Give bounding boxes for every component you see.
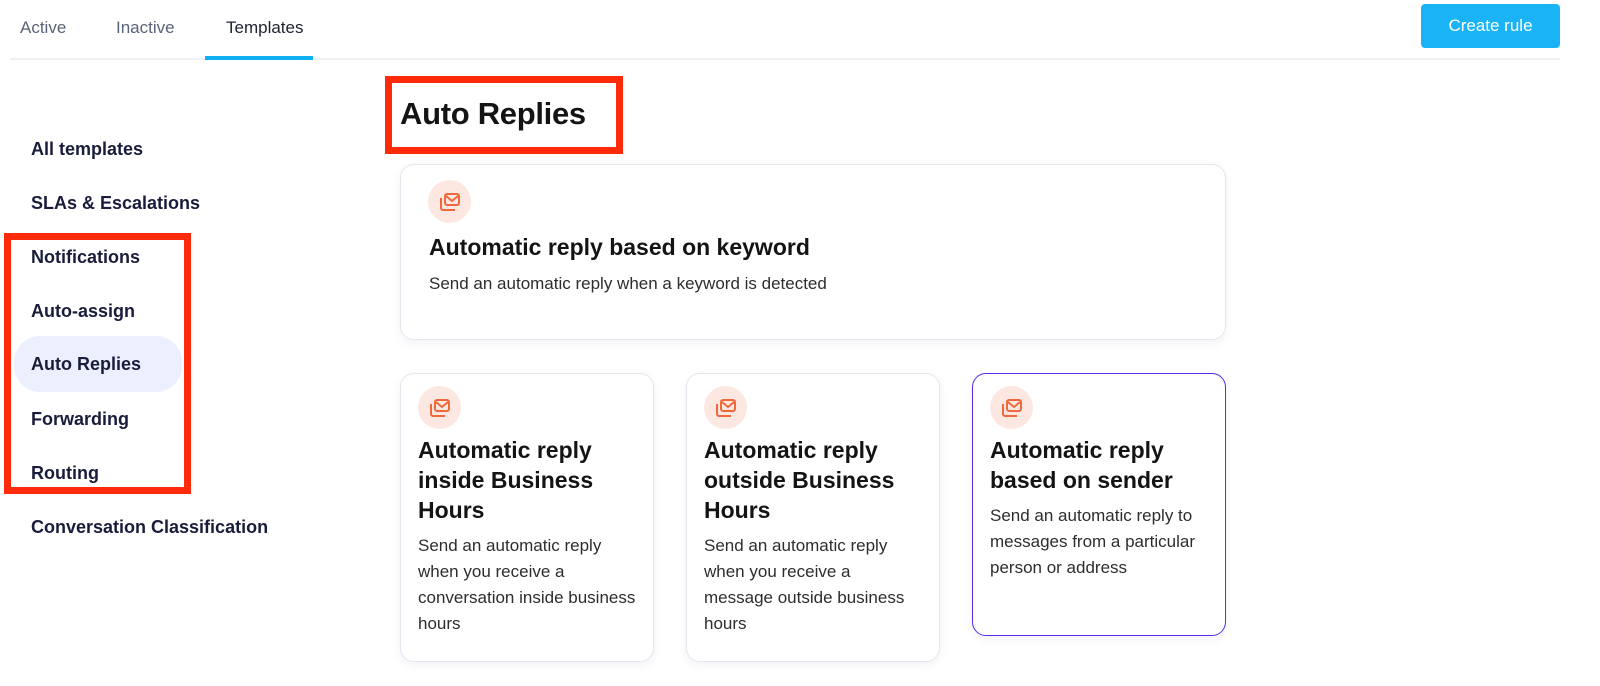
- card-title: Automatic reply based on keyword: [429, 234, 810, 260]
- tab-inactive[interactable]: Inactive: [116, 18, 175, 60]
- sidebar-item-forwarding[interactable]: Forwarding: [14, 392, 182, 444]
- sidebar-item-all-templates[interactable]: All templates: [14, 122, 182, 174]
- create-rule-button[interactable]: Create rule: [1421, 4, 1560, 48]
- active-tab-indicator: [205, 56, 313, 60]
- sidebar-item-notifications[interactable]: Notifications: [14, 230, 182, 282]
- card-description: Send an automatic reply when you receive…: [418, 536, 636, 633]
- tab-templates[interactable]: Templates: [226, 18, 303, 60]
- card-title: Automatic reply outside Business Hours: [704, 437, 895, 523]
- card-title: Automatic reply inside Business Hours: [418, 437, 594, 523]
- card-description: Send an automatic reply when a keyword i…: [429, 274, 827, 293]
- sidebar-item-auto-assign[interactable]: Auto-assign: [14, 284, 182, 336]
- tab-active[interactable]: Active: [20, 18, 66, 60]
- mail-stack-icon: [704, 386, 747, 429]
- sidebar-item-routing[interactable]: Routing: [14, 446, 182, 498]
- card-title: Automatic reply based on sender: [990, 437, 1173, 493]
- mail-stack-icon: [418, 386, 461, 429]
- template-card-keyword[interactable]: Automatic reply based on keyword Send an…: [400, 164, 1226, 340]
- page-title: Auto Replies: [400, 96, 586, 131]
- mail-stack-icon: [428, 180, 471, 223]
- template-card-outside-business-hours[interactable]: Automatic reply outside Business Hours S…: [686, 373, 940, 662]
- sidebar-item-auto-replies[interactable]: Auto Replies: [14, 336, 182, 392]
- sidebar-item-slas-escalations[interactable]: SLAs & Escalations: [14, 176, 200, 228]
- mail-stack-icon: [990, 386, 1033, 429]
- sidebar-item-conversation-classification[interactable]: Conversation Classification: [14, 500, 314, 552]
- template-card-based-on-sender[interactable]: Automatic reply based on sender Send an …: [972, 373, 1226, 636]
- card-description: Send an automatic reply when you receive…: [704, 536, 905, 633]
- template-card-inside-business-hours[interactable]: Automatic reply inside Business Hours Se…: [400, 373, 654, 662]
- card-description: Send an automatic reply to messages from…: [990, 506, 1196, 577]
